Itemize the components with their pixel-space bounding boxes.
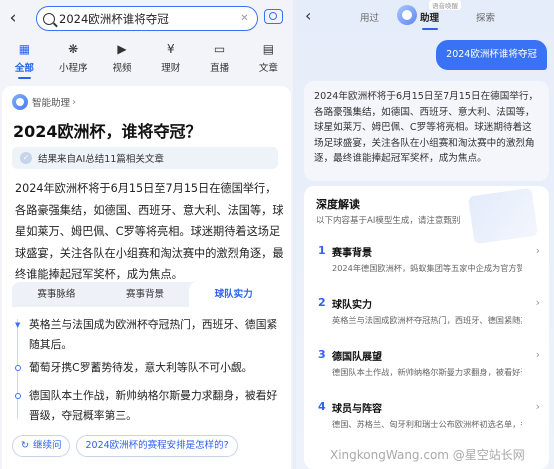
item-title: 球队实力 — [332, 300, 372, 311]
tab-label: 小程序 — [58, 63, 88, 74]
deep-item[interactable]: 3 德国队展望 德国队本土作战，新帅纳格尔斯曼力求翻身，被看好晋级… › — [314, 346, 542, 384]
ai-answer-card: 智能助理 › 2024欧洲杯，谁将夺冠？ ✓ 结果来自AI总结11篇相关文章 2… — [2, 86, 291, 469]
chip-label: 继续问 — [32, 440, 62, 451]
item-desc: 英格兰与法国成欧洲杯夺冠热门，西班牙、德国紧随其后… — [332, 315, 522, 325]
yen-icon: ¥ — [166, 42, 175, 56]
camera-icon[interactable] — [264, 9, 283, 24]
tab-label: 直播 — [210, 63, 230, 74]
tab-mini-program[interactable]: ❋ 小程序 — [49, 40, 98, 78]
article-icon: ▤ — [262, 42, 275, 56]
deep-analysis-subtitle: 以下内容基于AI模型生成，请注意甄别 — [316, 216, 461, 226]
assistant-header: ‹ 用过 助理 语音唤醒 探索 — [296, 0, 554, 34]
item-number: 3 — [318, 348, 326, 361]
item-title: 赛事背景 — [332, 248, 372, 259]
deep-item[interactable]: 4 球员与阵容 德国、苏格兰、匈牙利和瑞士公布欧洲杯初选名单，各队… › — [314, 398, 542, 436]
search-icon — [43, 12, 55, 25]
tab-assistant[interactable]: 助理 — [420, 10, 439, 24]
document-illustration-icon — [467, 187, 539, 245]
deep-analysis-card: 深度解读 以下内容基于AI模型生成，请注意甄别 1 赛事背景 2024年德国欧洲… — [304, 186, 549, 469]
triangle-icon: ▼ — [15, 321, 21, 329]
continue-ask-button[interactable]: ↻ 继续问 — [12, 435, 71, 457]
assistant-logo-icon — [12, 94, 28, 110]
active-tab-indicator — [18, 77, 31, 79]
item-number: 4 — [318, 400, 326, 413]
item-desc: 2024年德国欧洲杯，蚂蚁集团等五家中企成为官方赞助商… — [332, 263, 522, 273]
timeline-text: 英格兰与法国成为欧洲杯夺冠热门，西班牙、德国紧随其后。 — [29, 318, 278, 351]
search-query[interactable]: 2024欧洲杯谁将夺冠 — [59, 11, 238, 27]
category-tabs: ▦ 全部 ❋ 小程序 ▶ 视频 ¥ 理财 ▭ 直播 ▤ 文章 — [0, 40, 293, 78]
active-tab-indicator — [422, 28, 438, 30]
back-icon[interactable]: ‹ — [0, 8, 26, 28]
right-assistant-panel: ‹ 用过 助理 语音唤醒 探索 2024欧洲杯谁将夺冠 2024年欧洲杯将于6月… — [296, 0, 554, 469]
tab-label: 文章 — [258, 63, 278, 74]
grid-icon: ▦ — [18, 42, 31, 56]
assistant-avatar-icon[interactable] — [397, 5, 417, 25]
watermark: XingkongWang.com @星空站长网 — [330, 448, 525, 462]
left-search-panel: ‹ 2024欧洲杯谁将夺冠 ✕ ▦ 全部 ❋ 小程序 ▶ 视频 ¥ 理财 ▭ 直… — [0, 0, 293, 469]
chevron-right-icon: › — [535, 348, 540, 361]
chevron-right-icon: › — [72, 96, 77, 108]
deep-analysis-title: 深度解读 — [316, 198, 360, 211]
timeline-item: ▼ 英格兰与法国成为欧洲杯夺冠热门，西班牙、德国紧随其后。 — [15, 315, 285, 355]
chevron-right-icon: › — [535, 296, 540, 309]
tab-explore[interactable]: 探索 — [476, 10, 495, 24]
tab-used[interactable]: 用过 — [360, 10, 379, 24]
follow-up-chips: ↻ 继续问 2024欧洲杯的赛程安排是怎样的? — [12, 435, 291, 457]
search-input[interactable]: 2024欧洲杯谁将夺冠 ✕ — [36, 6, 258, 31]
chevron-right-icon: › — [535, 400, 540, 413]
back-icon[interactable]: ‹ — [305, 6, 311, 25]
page-title: 2024欧洲杯，谁将夺冠？ — [13, 122, 202, 141]
refresh-icon: ↻ — [21, 440, 29, 451]
tab-event-timeline[interactable]: 赛事脉络 — [12, 282, 101, 307]
answer-tabs: 赛事脉络 赛事背景 球队实力 — [12, 282, 279, 307]
chip-label: 2024欧洲杯的赛程安排是怎样的? — [85, 440, 229, 451]
tab-finance[interactable]: ¥ 理财 — [146, 40, 195, 78]
suggested-question-chip[interactable]: 2024欧洲杯的赛程安排是怎样的? — [76, 435, 238, 457]
item-number: 2 — [318, 296, 326, 309]
assistant-answer-bubble: 2024年欧洲杯将于6月15日至7月15日在德国举行，各路豪强集结，如德国、西班… — [304, 81, 549, 181]
clear-icon[interactable]: ✕ — [238, 12, 251, 25]
tab-all[interactable]: ▦ 全部 — [0, 40, 49, 78]
chevron-right-icon: › — [535, 244, 540, 257]
tooltip-text: 语音唤醒 — [429, 0, 461, 10]
answer-text: 2024年欧洲杯将于6月15日至7月15日在德国举行，各路豪强集结，如德国、西班… — [15, 182, 284, 281]
tab-label: 理财 — [161, 63, 181, 74]
item-desc: 德国、苏格兰、匈牙利和瑞士公布欧洲杯初选名单，各队… — [332, 419, 522, 429]
item-number: 1 — [318, 244, 326, 257]
dot-icon — [15, 393, 21, 399]
assistant-link[interactable]: 智能助理 › — [12, 94, 76, 110]
check-icon: ✓ — [20, 152, 32, 164]
summary-text: 结果来自AI总结11篇相关文章 — [38, 154, 164, 165]
summary-source-bar[interactable]: ✓ 结果来自AI总结11篇相关文章 — [12, 147, 278, 169]
tab-video[interactable]: ▶ 视频 — [98, 40, 147, 78]
deep-item[interactable]: 2 球队实力 英格兰与法国成欧洲杯夺冠热门，西班牙、德国紧随其后… › — [314, 294, 542, 332]
tab-live[interactable]: ▭ 直播 — [195, 40, 244, 78]
timeline-item: 葡萄牙携C罗蓄势待发，意大利等队不可小觑。 — [15, 358, 285, 378]
dot-icon — [15, 365, 21, 371]
play-icon: ▶ — [117, 42, 127, 56]
assistant-label: 智能助理 — [32, 98, 71, 109]
tab-team-strength[interactable]: 球队实力 — [189, 282, 279, 307]
tab-article[interactable]: ▤ 文章 — [244, 40, 293, 78]
timeline-item: 德国队本土作战，新帅纳格尔斯曼力求翻身，被看好晋级，夺冠概率第三。 — [15, 386, 285, 426]
deep-item[interactable]: 1 赛事背景 2024年德国欧洲杯，蚂蚁集团等五家中企成为官方赞助商… › — [314, 242, 542, 280]
user-message-bubble: 2024欧洲杯谁将夺冠 — [436, 40, 547, 70]
timeline-text: 德国队本土作战，新帅纳格尔斯曼力求翻身，被看好晋级，夺冠概率第三。 — [29, 389, 278, 422]
live-icon: ▭ — [213, 42, 226, 56]
tab-label: 全部 — [14, 63, 34, 74]
item-desc: 德国队本土作战，新帅纳格尔斯曼力求翻身，被看好晋级… — [332, 367, 522, 377]
tab-label: 视频 — [112, 63, 132, 74]
tab-event-background[interactable]: 赛事背景 — [101, 282, 190, 307]
item-title: 球员与阵容 — [332, 404, 382, 415]
mini-program-icon: ❋ — [68, 42, 79, 56]
item-title: 德国队展望 — [332, 352, 382, 363]
timeline-text: 葡萄牙携C罗蓄势待发，意大利等队不可小觑。 — [29, 361, 253, 374]
